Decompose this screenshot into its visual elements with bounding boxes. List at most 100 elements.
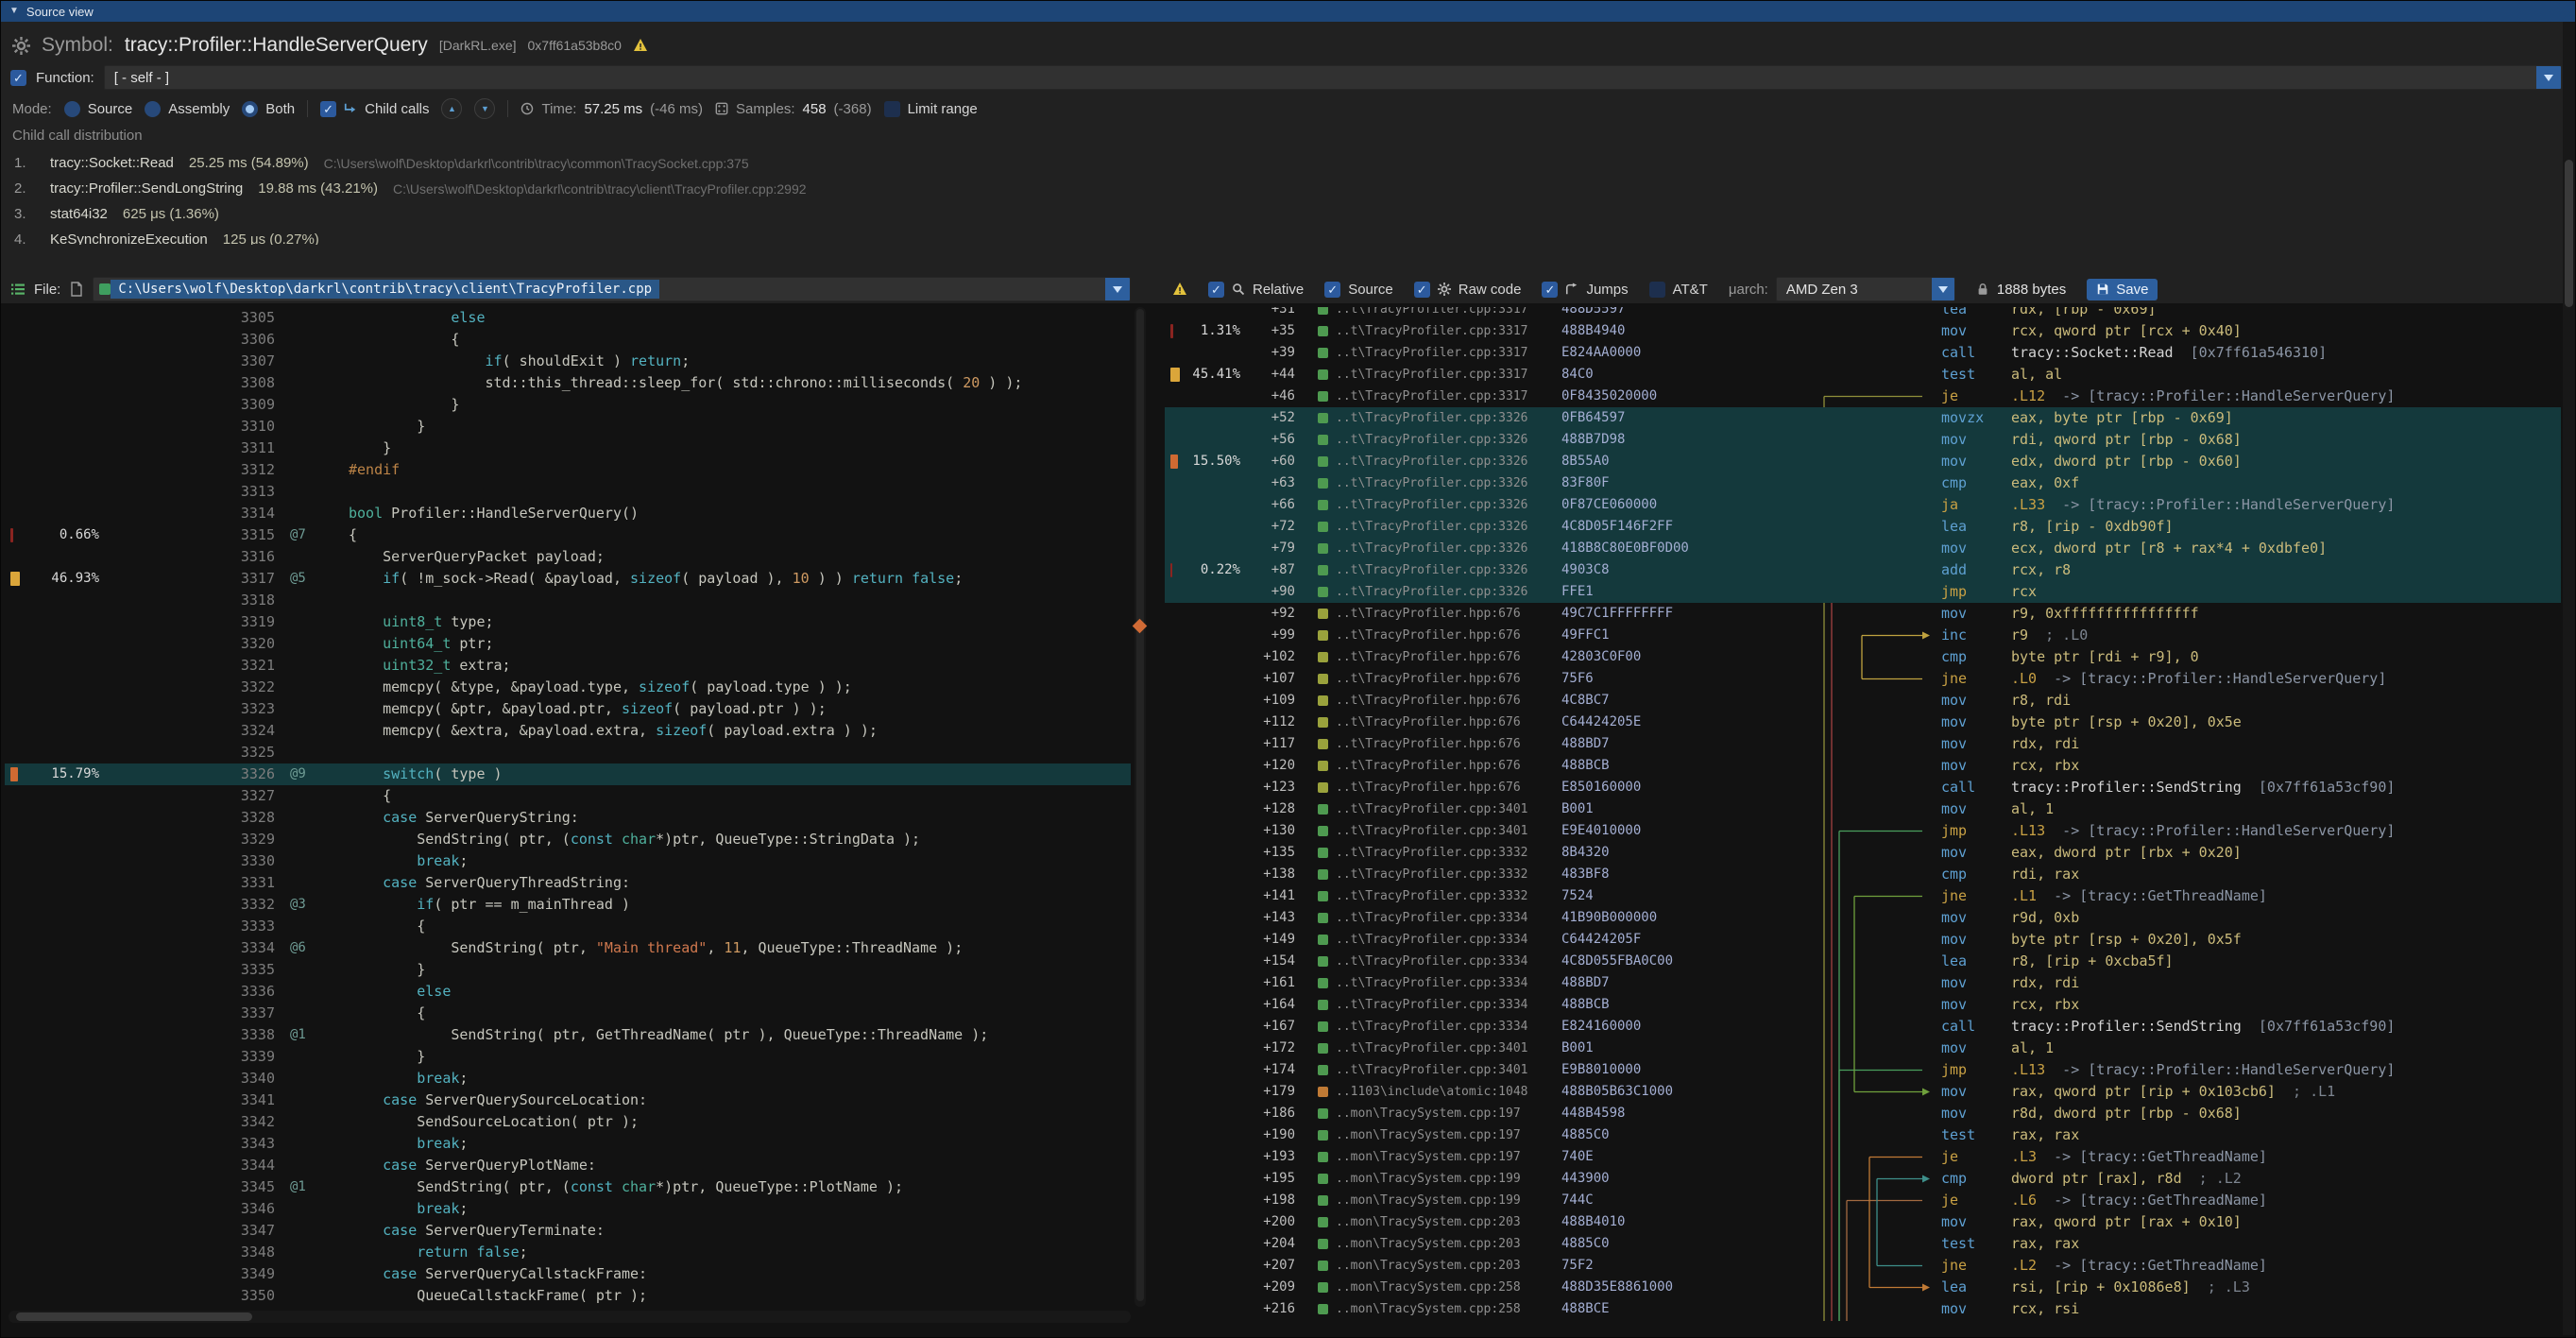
asm-location[interactable]: ..t\TracyProfiler.cpp:3334 [1336,994,1559,1016]
collapse-icon[interactable]: ▼ [9,7,19,16]
line-number[interactable]: 3305 [216,307,275,329]
asm-location[interactable]: ..t\TracyProfiler.hpp:676 [1336,755,1559,777]
source-line[interactable]: 3322 memcpy( &type, &payload.type, sizeo… [5,677,1131,698]
asm-location[interactable]: ..mon\TracySystem.cpp:258 [1336,1298,1559,1320]
asm-row[interactable]: 15.50%+60..t\TracyProfiler.cpp:33268B55A… [1165,451,2561,472]
line-number[interactable]: 3339 [216,1046,275,1068]
att-option[interactable]: AT&T [1649,282,1708,298]
source-line[interactable]: 3333 { [5,916,1131,937]
asm-location[interactable]: ..mon\TracySystem.cpp:197 [1336,1124,1559,1146]
line-number[interactable]: 3340 [216,1068,275,1089]
child-call-entry[interactable]: 2.tracy::Profiler::SendLongString19.88 m… [14,176,2556,201]
source-line[interactable]: 3329 SendString( ptr, (const char*)ptr, … [5,829,1131,850]
asm-row[interactable]: +167..t\TracyProfiler.cpp:3334E824160000… [1165,1016,2561,1038]
asm-row[interactable]: +66..t\TracyProfiler.cpp:33260F87CE06000… [1165,494,2561,516]
asm-location[interactable]: ..t\TracyProfiler.hpp:676 [1336,733,1559,755]
asm-row[interactable]: +209..mon\TracySystem.cpp:258488D35E8861… [1165,1277,2561,1298]
line-number[interactable]: 3334 [216,937,275,959]
source-line[interactable]: 3336 else [5,981,1131,1003]
asm-location[interactable]: ..t\TracyProfiler.cpp:3317 [1336,320,1559,342]
asm-location[interactable]: ..t\TracyProfiler.cpp:3334 [1336,972,1559,994]
child-call-entry[interactable]: 4.KeSynchronizeExecution125 μs (0.27%) [14,227,2556,245]
mode-assembly-radio[interactable] [145,101,161,117]
asm-location[interactable]: ..mon\TracySystem.cpp:197 [1336,1103,1559,1124]
asm-row[interactable]: 1.31%+35..t\TracyProfiler.cpp:3317488B49… [1165,320,2561,342]
line-number[interactable]: 3306 [216,329,275,351]
assembly-pane[interactable]: +31..t\TracyProfiler.cpp:3317488D5597lea… [1165,307,2561,1328]
asm-location[interactable]: ..t\TracyProfiler.hpp:676 [1336,777,1559,798]
source-line[interactable]: 3341 case ServerQuerySourceLocation: [5,1089,1131,1111]
line-number[interactable]: 3330 [216,850,275,872]
source-line[interactable]: 3305 else [5,307,1131,329]
chevron-down-icon[interactable] [1932,278,1954,300]
source-line[interactable]: 3330 break; [5,850,1131,872]
source-line[interactable]: 3331 case ServerQueryThreadString: [5,872,1131,894]
source-line[interactable]: 3344 case ServerQueryPlotName: [5,1155,1131,1176]
asm-location[interactable]: ..t\TracyProfiler.cpp:3332 [1336,885,1559,907]
line-number[interactable]: 3344 [216,1155,275,1176]
source-line[interactable]: 3339 } [5,1046,1131,1068]
child-calls-checkbox[interactable]: ✓ [320,101,336,117]
relative-option[interactable]: ✓ Relative [1208,282,1304,298]
line-number[interactable]: 3308 [216,372,275,394]
line-number[interactable]: 3331 [216,872,275,894]
source-line[interactable]: 3325 [5,742,1131,763]
source-option[interactable]: ✓ Source [1324,282,1393,298]
source-checkbox[interactable]: ✓ [1324,282,1340,298]
line-number[interactable]: 3309 [216,394,275,416]
source-line[interactable]: 3312#endif [5,459,1131,481]
line-number[interactable]: 3326 [216,763,275,785]
line-number[interactable]: 3337 [216,1003,275,1024]
asm-location[interactable]: ..t\TracyProfiler.cpp:3326 [1336,516,1559,538]
line-number[interactable]: 3343 [216,1133,275,1155]
asm-row[interactable]: +63..t\TracyProfiler.cpp:332683F80Fcmpea… [1165,472,2561,494]
source-line[interactable]: 3324 memcpy( &extra, &payload.extra, siz… [5,720,1131,742]
source-line[interactable]: 3319 uint8_t type; [5,611,1131,633]
source-line[interactable]: 3320 uint64_t ptr; [5,633,1131,655]
function-checkbox[interactable]: ✓ [10,70,26,86]
asm-location[interactable]: ..mon\TracySystem.cpp:258 [1336,1277,1559,1298]
line-number[interactable]: 3312 [216,459,275,481]
source-line[interactable]: 3347 case ServerQueryTerminate: [5,1220,1131,1242]
scrollbar-handle[interactable] [2565,160,2573,307]
asm-location[interactable]: ..t\TracyProfiler.cpp:3326 [1336,407,1559,429]
source-line[interactable]: 3306 { [5,329,1131,351]
line-number[interactable]: 3338 [216,1024,275,1046]
line-number[interactable]: 3321 [216,655,275,677]
line-number[interactable]: 3307 [216,351,275,372]
asm-location[interactable]: ..t\TracyProfiler.cpp:3332 [1336,842,1559,864]
child-call-entry[interactable]: 1.tracy::Socket::Read25.25 ms (54.89%)C:… [14,150,2556,176]
asm-row[interactable]: +102..t\TracyProfiler.hpp:67642803C0F00c… [1165,646,2561,668]
asm-row[interactable]: +56..t\TracyProfiler.cpp:3326488B7D98mov… [1165,429,2561,451]
source-line[interactable]: 3316 ServerQueryPacket payload; [5,546,1131,568]
jumps-checkbox[interactable]: ✓ [1542,282,1558,298]
source-line[interactable]: 3308 std::this_thread::sleep_for( std::c… [5,372,1131,394]
line-number[interactable]: 3342 [216,1111,275,1133]
asm-row[interactable]: +117..t\TracyProfiler.hpp:676488BD7movrd… [1165,733,2561,755]
scrollbar-handle[interactable] [16,1312,252,1321]
line-number[interactable]: 3347 [216,1220,275,1242]
asm-row[interactable]: +107..t\TracyProfiler.hpp:67675F6jne.L0 … [1165,668,2561,690]
line-number[interactable]: 3323 [216,698,275,720]
line-number[interactable]: 3336 [216,981,275,1003]
asm-row[interactable]: +164..t\TracyProfiler.cpp:3334488BCBmovr… [1165,994,2561,1016]
line-number[interactable]: 3327 [216,785,275,807]
window-vertical-scrollbar[interactable] [2563,22,2575,1335]
child-call-entry[interactable]: 3.stat64i32625 μs (1.36%) [14,201,2556,227]
asm-row[interactable]: +143..t\TracyProfiler.cpp:333441B90B0000… [1165,907,2561,929]
asm-location[interactable]: ..t\TracyProfiler.cpp:3401 [1336,1059,1559,1081]
line-number[interactable]: 3310 [216,416,275,437]
asm-row[interactable]: +135..t\TracyProfiler.cpp:33328B4320move… [1165,842,2561,864]
asm-row[interactable]: +120..t\TracyProfiler.hpp:676488BCBmovrc… [1165,755,2561,777]
asm-row[interactable]: +31..t\TracyProfiler.cpp:3317488D5597lea… [1165,307,2561,320]
source-line[interactable]: 15.79%3326@9 switch( type ) [5,763,1131,785]
source-line[interactable]: 3332@3 if( ptr == m_mainThread ) [5,894,1131,916]
line-number[interactable]: 3324 [216,720,275,742]
jumps-option[interactable]: ✓ Jumps [1542,282,1628,298]
asm-location[interactable]: ..t\TracyProfiler.cpp:3326 [1336,472,1559,494]
child-calls-option[interactable]: ✓ Child calls [320,101,429,117]
asm-location[interactable]: ..mon\TracySystem.cpp:199 [1336,1190,1559,1211]
line-number[interactable]: 3316 [216,546,275,568]
asm-location[interactable]: ..t\TracyProfiler.cpp:3317 [1336,386,1559,407]
limit-range-checkbox[interactable] [884,101,900,117]
